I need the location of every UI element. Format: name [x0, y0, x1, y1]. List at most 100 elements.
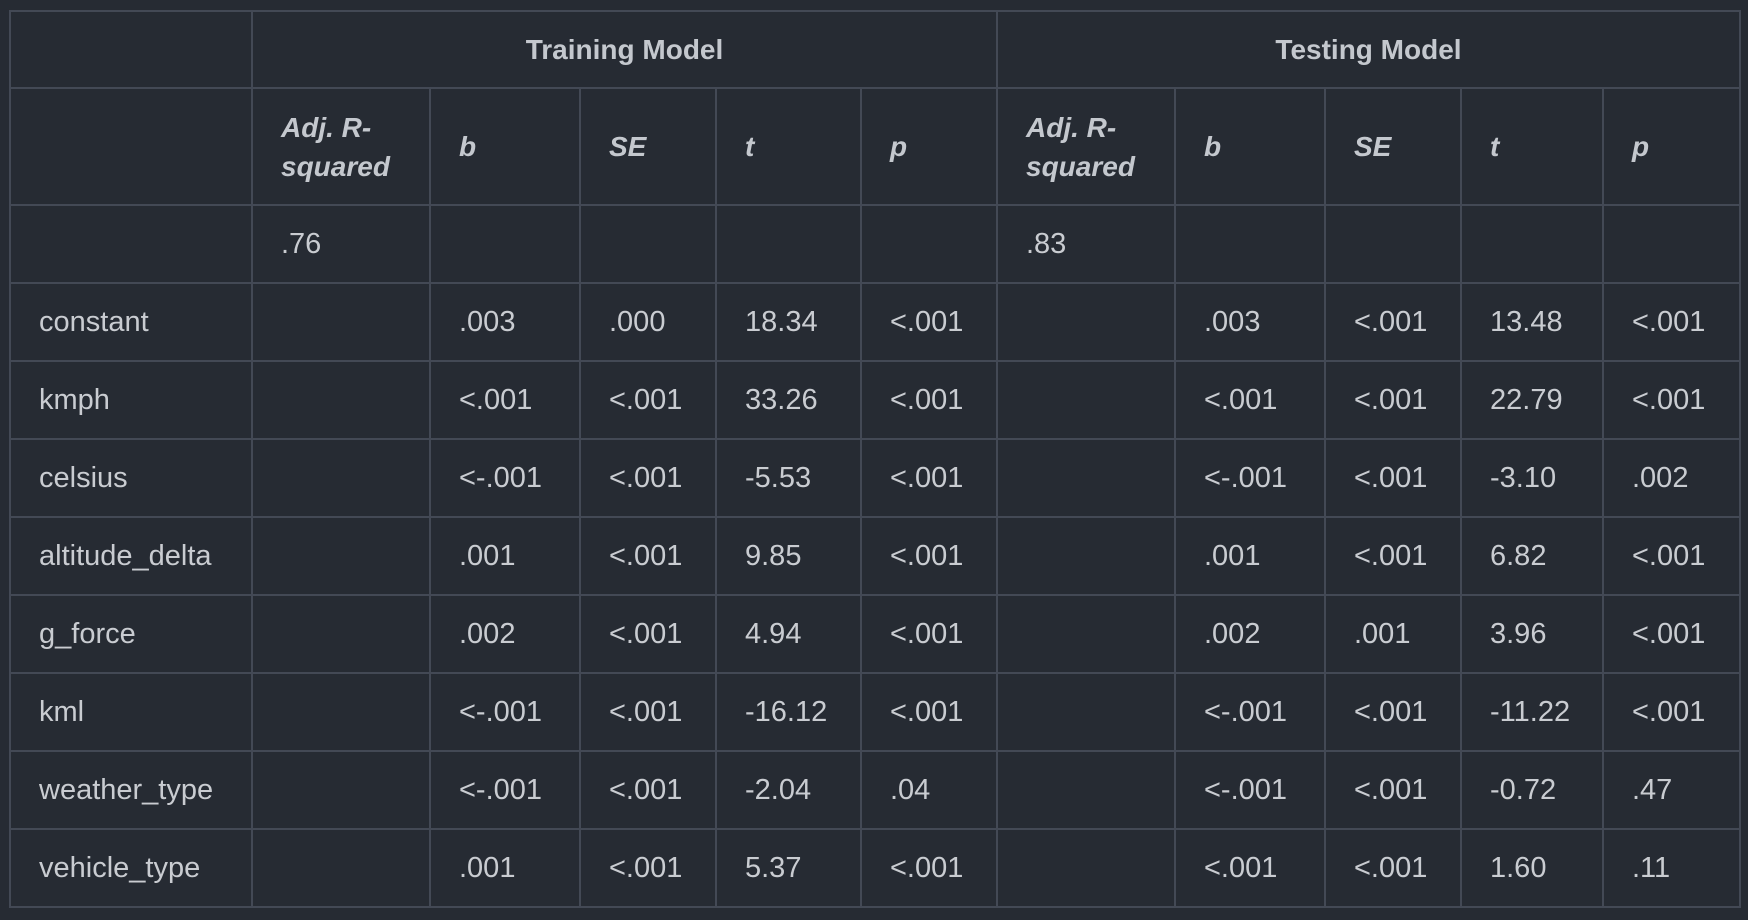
table-cell [996, 438, 1176, 518]
table-cell: <-.001 [1174, 438, 1326, 518]
table-row: weather_type <-.001 <.001 -2.04.04 <-.001 <.0… [9, 750, 1741, 830]
table-cell: .002 [1174, 594, 1326, 674]
table-cell: 6.82 [1460, 516, 1604, 596]
table-cell: .001 [1324, 594, 1462, 674]
table-cell: .83 [996, 204, 1176, 284]
row-label: kmph [9, 360, 253, 440]
table-cell: <.001 [579, 828, 717, 908]
row-label: altitude_delta [9, 516, 253, 596]
table-cell [715, 204, 862, 284]
row-label: g_force [9, 594, 253, 674]
row-label: celsius [9, 438, 253, 518]
table-cell: <.001 [1602, 360, 1741, 440]
table-cell: <.001 [1602, 282, 1741, 362]
table-cell: <.001 [579, 672, 717, 752]
table-cell: <.001 [579, 360, 717, 440]
table-cell [251, 282, 431, 362]
table-body: .76.83 constant .003.000 18.34 <.001.003 <.00… [9, 204, 1741, 908]
table-cell [996, 360, 1176, 440]
table-cell: <-.001 [429, 672, 581, 752]
table-cell: <.001 [1324, 438, 1462, 518]
table-cell: <.001 [860, 438, 998, 518]
column-header-testing-7: SE [1324, 87, 1462, 206]
table-cell: 22.79 [1460, 360, 1604, 440]
table-cell: <.001 [1324, 516, 1462, 596]
table-cell: -11.22 [1460, 672, 1604, 752]
table-cell: <.001 [1602, 672, 1741, 752]
table-cell: <.001 [860, 672, 998, 752]
table-row: kmph <.001 <.001 33.26 <.001 <.001 <.001 22.79 <… [9, 360, 1741, 440]
table-row: g_force .002 <.001 4.94 <.001.002.001 3.96 <.0… [9, 594, 1741, 674]
table-cell: <.001 [1174, 828, 1326, 908]
table-cell: <.001 [1324, 828, 1462, 908]
table-cell: <-.001 [1174, 672, 1326, 752]
table-cell: -16.12 [715, 672, 862, 752]
table-cell [996, 516, 1176, 596]
table-cell: .001 [1174, 516, 1326, 596]
table-cell: <.001 [860, 594, 998, 674]
column-header-training-3: t [715, 87, 862, 206]
column-header-testing-9: p [1602, 87, 1741, 206]
table-row: vehicle_type .001 <.001 5.37 <.001 <.001 <.001… [9, 828, 1741, 908]
regression-table-container: Training Model Testing Model Adj. R-squa… [9, 10, 1741, 908]
table-cell: 18.34 [715, 282, 862, 362]
row-label: kml [9, 672, 253, 752]
table-cell [251, 672, 431, 752]
table-cell: .76 [251, 204, 431, 284]
table-cell: 33.26 [715, 360, 862, 440]
group-header-training: Training Model [251, 10, 998, 89]
table-cell: <.001 [1174, 360, 1326, 440]
table-cell: -0.72 [1460, 750, 1604, 830]
table-cell: .001 [429, 828, 581, 908]
table-cell: .47 [1602, 750, 1741, 830]
table-cell: .003 [429, 282, 581, 362]
table-cell [996, 828, 1176, 908]
table-cell: .002 [429, 594, 581, 674]
column-header-testing-5: Adj. R-squared [996, 87, 1176, 206]
table-cell: 9.85 [715, 516, 862, 596]
table-cell: 3.96 [1460, 594, 1604, 674]
table-cell [996, 672, 1176, 752]
table-cell: .000 [579, 282, 717, 362]
row-label: weather_type [9, 750, 253, 830]
column-header-training-4: p [860, 87, 998, 206]
column-header-testing-6: b [1174, 87, 1326, 206]
row-label: vehicle_type [9, 828, 253, 908]
table-cell: .003 [1174, 282, 1326, 362]
table-cell [251, 438, 431, 518]
table-cell: <.001 [860, 360, 998, 440]
table-cell [1324, 204, 1462, 284]
table-cell: .001 [429, 516, 581, 596]
table-cell: <-.001 [1174, 750, 1326, 830]
row-label [9, 204, 253, 284]
table-cell: <.001 [1602, 594, 1741, 674]
table-cell: <-.001 [429, 750, 581, 830]
table-cell [429, 204, 581, 284]
table-cell [579, 204, 717, 284]
table-cell: <.001 [579, 438, 717, 518]
table-cell: <.001 [860, 516, 998, 596]
table-cell [996, 594, 1176, 674]
table-cell: <-.001 [429, 438, 581, 518]
table-cell [1602, 204, 1741, 284]
column-header-training-2: SE [579, 87, 717, 206]
table-cell [996, 750, 1176, 830]
table-cell [251, 828, 431, 908]
table-cell: <.001 [1602, 516, 1741, 596]
table-cell: <.001 [1324, 750, 1462, 830]
table-cell: <.001 [579, 594, 717, 674]
corner-cell [9, 10, 253, 89]
table-cell: .11 [1602, 828, 1741, 908]
r-squared-row: .76 .83 [9, 204, 1741, 284]
table-cell [996, 282, 1176, 362]
column-header-testing-8: t [1460, 87, 1604, 206]
table-cell [860, 204, 998, 284]
table-cell [1460, 204, 1604, 284]
table-cell: -5.53 [715, 438, 862, 518]
table-cell [1174, 204, 1326, 284]
column-header-training-0: Adj. R-squared [251, 87, 431, 206]
table-cell [251, 516, 431, 596]
group-header-testing: Testing Model [996, 10, 1741, 89]
table-cell: 5.37 [715, 828, 862, 908]
column-header-row: Adj. R-squared b SE t p Adj. R-squared b SE t p [9, 87, 1741, 206]
